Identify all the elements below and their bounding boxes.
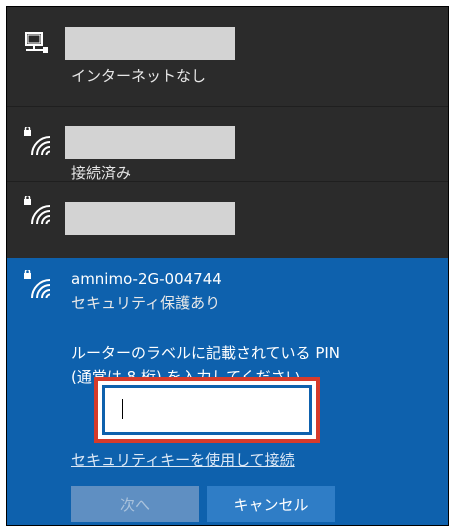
cancel-button[interactable]: キャンセル xyxy=(207,486,335,522)
wifi-secured-icon xyxy=(24,270,51,299)
network-item-active: amnimo-2G-004744 セキュリティ保護あり ルーターのラベルに記載さ… xyxy=(7,258,448,525)
redacted-network-name xyxy=(65,202,235,235)
network-ssid: amnimo-2G-004744 xyxy=(71,270,222,288)
security-status: セキュリティ保護あり xyxy=(71,294,221,312)
pin-prompt-line1: ルーターのラベルに記載されている PIN xyxy=(71,344,341,362)
redacted-network-name xyxy=(65,27,235,60)
wifi-secured-icon xyxy=(24,196,51,225)
network-flyout: インターネットなし 接続済み amnimo-2G-004744 セキュリティ保護… xyxy=(6,6,449,526)
pin-input-highlight xyxy=(94,377,320,443)
redacted-network-name xyxy=(65,126,235,159)
network-item-wifi[interactable] xyxy=(7,182,448,258)
network-status: インターネットなし xyxy=(71,67,207,85)
network-status: 接続済み xyxy=(71,164,132,182)
text-caret xyxy=(122,399,123,419)
pin-input[interactable] xyxy=(105,388,309,432)
next-button[interactable]: 次へ xyxy=(71,486,199,522)
network-item-connected[interactable]: 接続済み xyxy=(7,107,448,182)
ethernet-icon xyxy=(25,32,48,53)
pin-input-border xyxy=(102,385,312,435)
wifi-secured-icon xyxy=(24,127,51,156)
use-security-key-link[interactable]: セキュリティキーを使用して接続 xyxy=(71,449,295,470)
network-item-ethernet[interactable]: インターネットなし xyxy=(7,7,448,106)
